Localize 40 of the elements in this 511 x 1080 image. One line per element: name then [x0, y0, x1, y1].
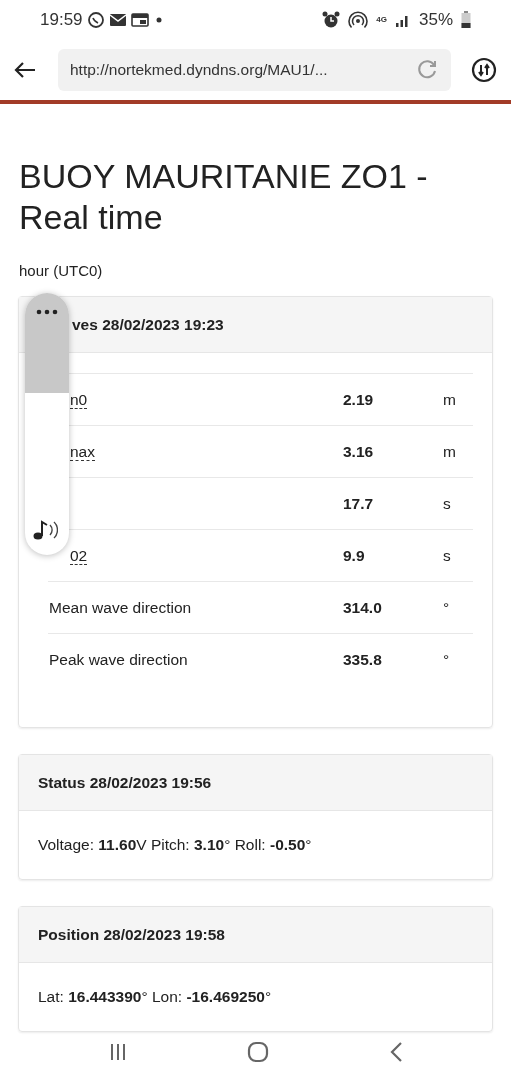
back-button[interactable] — [14, 61, 36, 79]
battery-icon — [461, 11, 471, 29]
music-sound-icon[interactable] — [32, 519, 58, 542]
parameter-unit: s — [443, 545, 452, 566]
parameter-value: 9.9 — [343, 545, 366, 566]
parameter-label: n0 — [70, 390, 88, 409]
parameter-value: 17.7 — [343, 493, 375, 514]
page-title: BUOY MAURITANIE ZO1 - Real time — [19, 156, 429, 238]
url-field[interactable]: http://nortekmed.dyndns.org/MAU1/... — [58, 49, 451, 91]
alarm-icon — [322, 11, 341, 29]
network-type: 4G — [376, 14, 387, 26]
parameter-value: 335.8 — [343, 649, 383, 670]
card-header-title: Position 28/02/2023 19:58 — [38, 924, 225, 945]
battery-percent: 35% — [418, 9, 453, 32]
card-header-title: ves 28/02/2023 19:23 — [72, 314, 224, 335]
parameter-unit: ° — [443, 597, 451, 618]
clock-time: 19:59 — [40, 9, 83, 32]
card-body-text: Voltage: 11.60V Pitch: 3.10° Roll: -0.50° — [38, 835, 312, 856]
card-body-text: Lat: 16.443390° Lon: -16.469250° — [38, 987, 272, 1008]
mail-icon — [108, 13, 127, 27]
more-icon[interactable] — [36, 309, 58, 316]
parameter-unit: m — [443, 441, 457, 462]
card-header-title: Status 28/02/2023 19:56 — [38, 772, 212, 793]
back-icon[interactable] — [389, 1041, 404, 1063]
parameter-value: 3.16 — [343, 441, 375, 462]
parameter-label: 02 — [70, 546, 88, 565]
parameter-label: Peak wave direction — [49, 650, 188, 668]
parameter-label: nax — [70, 442, 95, 461]
volume-slider-fill[interactable] — [25, 293, 69, 393]
parameter-unit: ° — [443, 649, 451, 670]
parameter-unit: m — [443, 389, 457, 410]
parameter-unit: s — [443, 493, 452, 514]
window-icon — [130, 13, 149, 27]
hotspot-icon — [348, 11, 369, 29]
home-icon[interactable] — [247, 1041, 270, 1063]
parameter-value: 2.19 — [343, 389, 375, 410]
parameter-value: 314.0 — [343, 597, 383, 618]
back-arrow-icon — [14, 61, 36, 79]
parameter-label: Mean wave direction — [49, 598, 192, 616]
timezone-label: hour (UTC0) — [19, 260, 104, 281]
